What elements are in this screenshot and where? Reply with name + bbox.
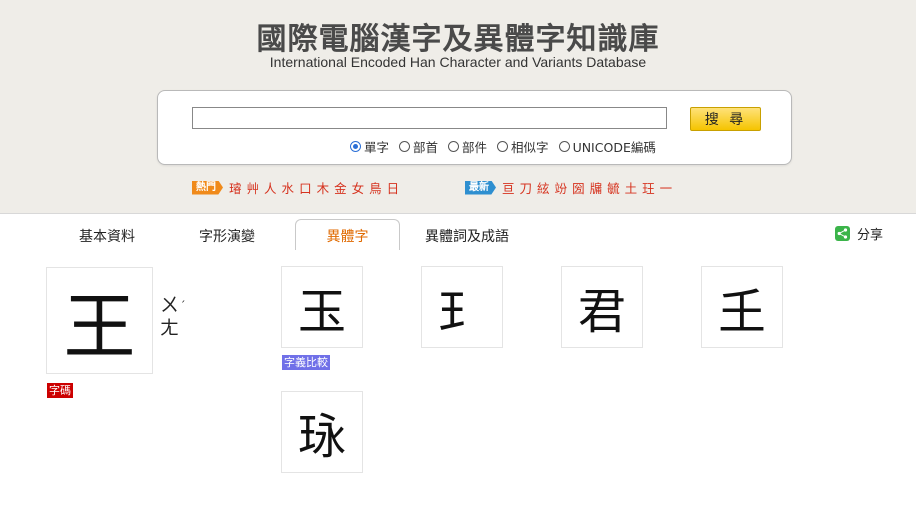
main-character: 王 <box>47 268 152 373</box>
new-char-link[interactable]: 一 <box>660 178 673 197</box>
radio-label: 部件 <box>462 139 488 155</box>
share-button[interactable]: 分享 <box>835 224 883 243</box>
site-subtitle: International Encoded Han Character and … <box>269 54 647 70</box>
radio-label: 部首 <box>413 139 439 155</box>
new-chars: 亘 刀 絃 竕 圀 牖 毓 土 玨 一 <box>502 178 677 197</box>
radio-circle[interactable] <box>497 140 509 152</box>
bopomofo-reading: ㄨㄤˊ <box>160 294 190 340</box>
radio-label: 相似字 <box>511 139 549 155</box>
hot-char-link[interactable]: 金 <box>334 178 347 197</box>
variant-char[interactable]: 𤣩 <box>422 267 502 347</box>
new-char-link[interactable]: 牖 <box>590 178 603 197</box>
new-char-link[interactable]: 玨 <box>642 178 655 197</box>
hot-chars: 璿 艸 人 水 口 木 金 女 鳥 日 <box>229 178 404 197</box>
tab-bar: 基本資料 字形演變 異體字 異體詞及成語 分享 <box>0 213 916 252</box>
site-title: 國際電腦漢字及異體字知識庫 <box>256 22 660 57</box>
new-char-link[interactable]: 亘 <box>502 178 515 197</box>
radio-label: 單字 <box>364 139 390 155</box>
hot-chars-row: 熱門 璿 艸 人 水 口 木 金 女 鳥 日 <box>192 178 404 197</box>
hot-char-link[interactable]: 日 <box>387 178 400 197</box>
tab-variants[interactable]: 異體字 <box>295 219 400 250</box>
tab-basic-info[interactable]: 基本資料 <box>62 214 152 251</box>
new-char-link[interactable]: 毓 <box>607 178 620 197</box>
hot-char-link[interactable]: 艸 <box>247 178 260 197</box>
new-char-link[interactable]: 絃 <box>537 178 550 197</box>
radio-circle[interactable] <box>399 140 411 152</box>
search-type-options: 單字 部首 部件 相似字 UNICODE編碼 <box>350 137 666 155</box>
radio-circle[interactable] <box>350 140 361 152</box>
hot-char-link[interactable]: 鳥 <box>369 178 382 197</box>
tab-glyph-evolution[interactable]: 字形演變 <box>182 214 272 251</box>
new-char-link[interactable]: 竕 <box>555 178 568 197</box>
radio-unicode[interactable]: UNICODE編碼 <box>558 137 656 156</box>
hot-char-link[interactable]: 木 <box>317 178 330 197</box>
radio-similar-char[interactable]: 相似字 <box>497 137 549 156</box>
variants-content: 王 ㄨㄤˊ 字碼 玉 字義比較 𤣩 君 𡈼 𤤯 <box>0 251 916 513</box>
search-button[interactable]: 搜 尋 <box>690 107 761 131</box>
radio-circle[interactable] <box>448 140 460 152</box>
tab-variant-words[interactable]: 異體詞及成語 <box>412 214 522 251</box>
radio-single-char[interactable]: 單字 <box>350 137 389 156</box>
share-icon <box>835 226 850 241</box>
variant-char[interactable]: 君 <box>562 267 642 347</box>
variant-char[interactable]: 玉 <box>282 267 362 347</box>
share-label: 分享 <box>857 228 884 243</box>
radio-label: UNICODE編碼 <box>572 139 656 155</box>
new-chars-row: 最新 亘 刀 絃 竕 圀 牖 毓 土 玨 一 <box>465 178 677 197</box>
new-badge: 最新 <box>465 180 496 195</box>
bopomofo-tone: ˊ <box>180 299 186 312</box>
meaning-compare-badge[interactable]: 字義比較 <box>282 355 330 370</box>
hot-char-link[interactable]: 水 <box>282 178 295 197</box>
new-char-link[interactable]: 刀 <box>520 178 533 197</box>
radio-circle[interactable] <box>558 140 570 152</box>
search-input[interactable] <box>192 107 667 129</box>
radio-radical[interactable]: 部首 <box>399 137 438 156</box>
new-char-link[interactable]: 土 <box>625 178 638 197</box>
hot-badge: 熱門 <box>192 180 223 195</box>
hot-char-link[interactable]: 人 <box>264 178 277 197</box>
variant-char[interactable]: 𤤯 <box>282 392 362 472</box>
variant-char[interactable]: 𡈼 <box>702 267 782 347</box>
hot-char-link[interactable]: 口 <box>299 178 312 197</box>
char-code-badge[interactable]: 字碼 <box>47 383 73 398</box>
hot-char-link[interactable]: 璿 <box>229 178 242 197</box>
radio-component[interactable]: 部件 <box>448 137 487 156</box>
search-panel: 搜 尋 單字 部首 部件 相似字 UNICODE編碼 <box>157 90 792 165</box>
new-char-link[interactable]: 圀 <box>572 178 585 197</box>
hot-char-link[interactable]: 女 <box>352 178 365 197</box>
bopomofo-text: ㄨㄤ <box>160 294 180 339</box>
